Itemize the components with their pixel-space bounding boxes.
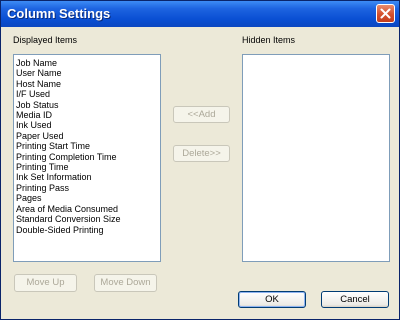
list-item[interactable]: Area of Media Consumed	[16, 204, 121, 214]
list-item[interactable]: Printing Completion Time	[16, 152, 121, 162]
dialog-body: Displayed Items Hidden Items Job Name Use…	[1, 27, 399, 319]
list-item[interactable]: Host Name	[16, 79, 121, 89]
list-item[interactable]: Printing Start Time	[16, 141, 121, 151]
list-item[interactable]: Ink Set Information	[16, 172, 121, 182]
ok-button-label: OK	[265, 294, 279, 305]
ok-button[interactable]: OK	[238, 291, 306, 308]
list-item[interactable]: Ink Used	[16, 120, 121, 130]
list-item[interactable]: Media ID	[16, 110, 121, 120]
hidden-items-label: Hidden Items	[242, 35, 296, 45]
list-item[interactable]: User Name	[16, 68, 121, 78]
move-up-button-label: Move Up	[26, 277, 65, 288]
move-down-button[interactable]: Move Down	[94, 274, 157, 292]
delete-button[interactable]: Delete>>	[173, 145, 230, 162]
move-down-button-label: Move Down	[100, 277, 151, 288]
column-settings-dialog: Column Settings Displayed Items Hidden I…	[0, 0, 400, 320]
close-icon	[380, 8, 391, 19]
list-item[interactable]: Job Status	[16, 100, 121, 110]
displayed-items-list[interactable]: Job Name User Name Host Name I/F Used Job St…	[13, 54, 161, 262]
list-item[interactable]: Double-Sided Printing	[16, 225, 121, 235]
hidden-items-list[interactable]	[242, 54, 390, 262]
cancel-button[interactable]: Cancel	[321, 291, 389, 308]
list-item[interactable]: Paper Used	[16, 131, 121, 141]
list-item[interactable]: Printing Pass	[16, 183, 121, 193]
title-bar[interactable]: Column Settings	[1, 1, 399, 27]
list-item[interactable]: Printing Time	[16, 162, 121, 172]
displayed-items-label: Displayed Items	[13, 35, 78, 45]
cancel-button-label: Cancel	[340, 294, 370, 305]
move-up-button[interactable]: Move Up	[14, 274, 77, 292]
dialog-title: Column Settings	[7, 6, 111, 21]
list-item[interactable]: Job Name	[16, 58, 121, 68]
add-button[interactable]: <<Add	[173, 106, 230, 123]
list-item[interactable]: Standard Conversion Size	[16, 214, 121, 224]
add-button-label: <<Add	[187, 109, 216, 120]
close-button[interactable]	[376, 4, 395, 23]
list-item[interactable]: Pages	[16, 193, 121, 203]
delete-button-label: Delete>>	[182, 148, 221, 159]
list-item[interactable]: I/F Used	[16, 89, 121, 99]
